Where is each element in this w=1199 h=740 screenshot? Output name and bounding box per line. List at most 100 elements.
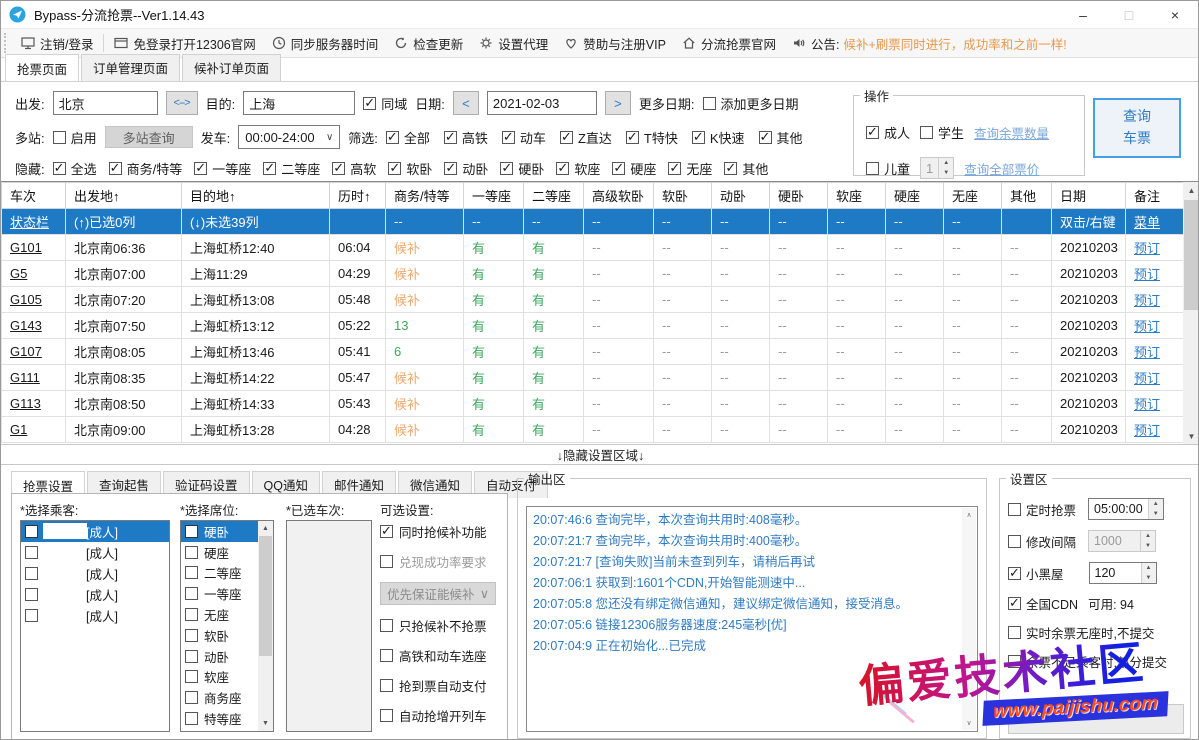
table-header-row[interactable]: 车次出发地↑目的地↑历时↑商务/特等一等座二等座高级软卧软卧动卧硬卧软座硬座无座… — [2, 183, 1184, 209]
column-header[interactable]: 软卧 — [654, 183, 712, 209]
scroll-down-icon[interactable]: ∨ — [962, 716, 976, 730]
scroll-up-icon[interactable]: ▲ — [258, 521, 273, 536]
column-header[interactable]: 备注 — [1126, 183, 1184, 209]
column-header[interactable]: 一等座 — [464, 183, 524, 209]
blackroom-stepper[interactable]: 120▲▼ — [1089, 562, 1157, 584]
column-header[interactable]: 日期 — [1052, 183, 1126, 209]
hide-checkbox[interactable]: 软卧 — [388, 159, 432, 178]
filter-checkbox[interactable]: Z直达 — [560, 128, 612, 147]
table-scrollbar[interactable]: ▲ ▼ — [1183, 182, 1199, 445]
option-checkbox[interactable]: 抢到票自动支付 — [380, 676, 504, 695]
filter-checkbox[interactable]: 全部 — [386, 128, 430, 147]
seat-listbox[interactable]: 硬卧硬座二等座一等座无座软卧动卧软座商务座特等座 ▲ ▼ — [180, 520, 274, 732]
minimize-button[interactable]: – — [1060, 1, 1106, 29]
book-link[interactable]: 预订 — [1134, 319, 1160, 334]
column-header[interactable]: 车次 — [2, 183, 66, 209]
timed-grab-checkbox[interactable]: 定时抢票 — [1008, 500, 1076, 519]
table-row[interactable]: G107北京南08:05上海虹桥13:4605:416有有-----------… — [2, 339, 1184, 365]
train-number-link[interactable]: G5 — [10, 266, 27, 281]
check-update-button[interactable]: 检查更新 — [386, 34, 471, 53]
timed-grab-time-stepper[interactable]: 05:00:00▲▼ — [1088, 498, 1164, 520]
option-checkbox[interactable]: 只抢候补不抢票 — [380, 616, 504, 635]
passenger-item[interactable]: [成人] — [21, 542, 169, 563]
student-checkbox[interactable]: 学生 — [920, 123, 964, 142]
query-tickets-button[interactable]: 查询 车票 — [1093, 98, 1181, 158]
book-link[interactable]: 预订 — [1134, 397, 1160, 412]
output-log[interactable]: 20:07:46:6 查询完毕，本次查询共用时:408毫秒。20:07:21:7… — [526, 506, 978, 732]
book-link[interactable]: 预订 — [1134, 267, 1160, 282]
seat-item[interactable]: 软座 — [181, 667, 258, 688]
hide-checkbox[interactable]: 高软 — [332, 159, 376, 178]
scroll-down-icon[interactable]: ▼ — [258, 716, 273, 731]
maximize-button[interactable]: □ — [1106, 1, 1152, 29]
hide-checkbox[interactable]: 商务/特等 — [109, 159, 183, 178]
priority-waitlist-select[interactable]: 优先保证能候补∨ — [380, 582, 496, 605]
column-header[interactable]: 二等座 — [524, 183, 584, 209]
interval-stepper[interactable]: 1000▲▼ — [1088, 530, 1156, 552]
cdn-checkbox[interactable]: 全国CDN — [1008, 594, 1078, 613]
add-more-dates-checkbox[interactable]: 添加更多日期 — [703, 94, 799, 113]
table-row[interactable]: G5北京南07:00上海11:2904:29候补有有--------------… — [2, 261, 1184, 287]
passenger-item[interactable]: [成人] — [21, 563, 169, 584]
passenger-item[interactable]: [成人] — [21, 584, 169, 605]
table-row[interactable]: G113北京南08:50上海虹桥14:3305:43候补有有----------… — [2, 391, 1184, 417]
book-link[interactable]: 预订 — [1134, 345, 1160, 360]
train-number-link[interactable]: G113 — [10, 396, 41, 411]
hide-checkbox[interactable]: 无座 — [668, 159, 712, 178]
option-checkbox[interactable]: 自动抢增开列车 — [380, 706, 504, 725]
modify-interval-checkbox[interactable]: 修改间隔 — [1008, 532, 1076, 551]
open-12306-button[interactable]: 免登录打开12306官网 — [106, 34, 263, 53]
table-row[interactable]: G111北京南08:35上海虹桥14:2205:47候补有有----------… — [2, 365, 1184, 391]
filter-checkbox[interactable]: T特快 — [626, 128, 678, 147]
next-date-button[interactable]: > — [605, 91, 631, 115]
column-header[interactable]: 目的地↑ — [182, 183, 330, 209]
option-checkbox[interactable]: 兑现成功率要求 — [380, 552, 504, 571]
hide-checkbox[interactable]: 硬卧 — [500, 159, 544, 178]
seat-item[interactable]: 软卧 — [181, 625, 258, 646]
column-header[interactable]: 商务/特等 — [386, 183, 464, 209]
column-header[interactable]: 高级软卧 — [584, 183, 654, 209]
tab-waitlist-order-page[interactable]: 候补订单页面 — [182, 54, 281, 81]
proxy-settings-button[interactable]: 设置代理 — [471, 34, 556, 53]
column-header[interactable]: 硬座 — [886, 183, 944, 209]
hide-settings-divider[interactable]: ↓隐藏设置区域↓ — [1, 444, 1199, 465]
scroll-up-icon[interactable]: ∧ — [962, 508, 976, 522]
seat-item[interactable]: 一等座 — [181, 583, 258, 604]
seat-scrollbar[interactable]: ▲ ▼ — [258, 521, 273, 731]
selected-trains-listbox[interactable] — [286, 520, 372, 732]
tab-grab-ticket-page[interactable]: 抢票页面 — [5, 54, 79, 82]
filter-checkbox[interactable]: 高铁 — [444, 128, 488, 147]
spin-up-icon[interactable]: ▲ — [1149, 499, 1163, 509]
filter-checkbox[interactable]: 动车 — [502, 128, 546, 147]
scroll-down-icon[interactable]: ▼ — [1183, 428, 1199, 445]
table-row[interactable]: G1北京南09:00上海虹桥13:2804:28候补有有------------… — [2, 417, 1184, 443]
hide-checkbox[interactable]: 软座 — [556, 159, 600, 178]
column-header[interactable]: 其他 — [1002, 183, 1052, 209]
date-input[interactable]: 2021-02-03 — [487, 91, 597, 115]
hide-checkbox[interactable]: 全选 — [53, 159, 97, 178]
column-header[interactable]: 无座 — [944, 183, 1002, 209]
scroll-up-icon[interactable]: ▲ — [1183, 182, 1199, 199]
child-count-stepper[interactable]: 1▲▼ — [920, 157, 954, 179]
column-header[interactable]: 出发地↑ — [66, 183, 182, 209]
option-checkbox[interactable]: 同时抢候补功能 — [380, 522, 504, 541]
spin-up-icon[interactable]: ▲ — [1141, 531, 1155, 541]
passenger-item[interactable]: [成人] — [21, 605, 169, 626]
close-button[interactable]: × — [1152, 1, 1198, 29]
adult-checkbox[interactable]: 成人 — [866, 123, 910, 142]
no-seat-no-submit-checkbox[interactable]: 实时余票无座时,不提交 — [1008, 623, 1154, 642]
spin-down-icon[interactable]: ▼ — [1149, 509, 1163, 519]
column-header[interactable]: 硬卧 — [770, 183, 828, 209]
spin-down-icon[interactable]: ▼ — [939, 168, 953, 178]
partial-submit-checkbox[interactable]: 余票不足乘客时,部分提交 — [1008, 652, 1167, 671]
blackroom-checkbox[interactable]: 小黑屋 — [1008, 564, 1064, 583]
table-status-row[interactable]: 状态栏(↑)已选0列(↓)未选39列--------------------双击… — [2, 209, 1184, 235]
time-range-select[interactable]: 00:00-24:00∨ — [238, 125, 340, 149]
dest-input[interactable]: 上海 — [243, 91, 355, 115]
column-header[interactable]: 历时↑ — [330, 183, 386, 209]
filter-checkbox[interactable]: 其他 — [759, 128, 803, 147]
train-number-link[interactable]: G111 — [10, 370, 40, 385]
hide-checkbox[interactable]: 动卧 — [444, 159, 488, 178]
train-number-link[interactable]: G143 — [10, 318, 42, 333]
train-number-link[interactable]: G101 — [10, 240, 42, 255]
